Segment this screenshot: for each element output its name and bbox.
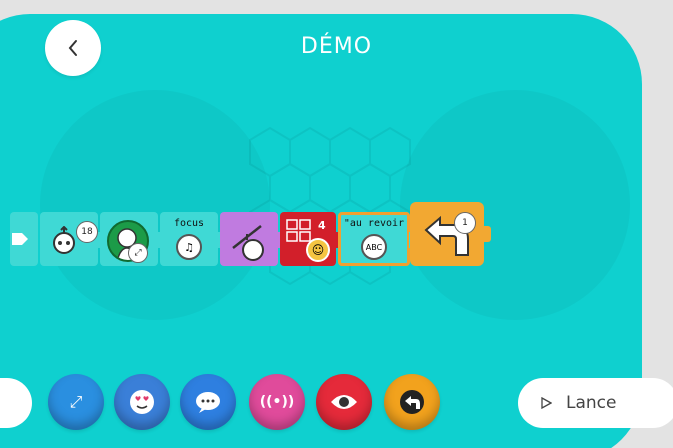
program-block-character[interactable]: ⤢ [100, 212, 165, 266]
grid-count: 4 [318, 219, 326, 232]
broadcast-icon: ((•)) [259, 394, 295, 410]
speech-bubble-icon: ABC [361, 234, 387, 260]
repeat-count-badge: 1 [454, 212, 476, 234]
paint-bucket-icon [232, 225, 264, 261]
program-block-focus[interactable]: focus ♫ [160, 212, 225, 266]
top-margin [0, 0, 673, 14]
expand-icon: ⤢ [69, 392, 83, 411]
program-block-say[interactable]: "au revoir ABC [338, 212, 417, 266]
launch-button[interactable]: Lance [518, 378, 673, 428]
page-title: DÉMO [300, 34, 373, 59]
robot-count-badge: 18 [76, 221, 98, 243]
palette-signal-button[interactable]: ((•)) [249, 374, 305, 430]
program-block-paint[interactable] [220, 212, 285, 266]
eye-icon [331, 395, 357, 409]
love-face-icon [130, 390, 154, 414]
palette-turn-button[interactable] [384, 374, 440, 430]
expand-badge-icon: ⤢ [128, 243, 148, 263]
program-block-grid[interactable]: 4 ☺ [280, 212, 343, 266]
launch-label: Lance [566, 393, 617, 413]
puzzle-icon [12, 233, 28, 245]
say-text-label: "au revoir [343, 218, 405, 229]
focus-label: focus [173, 218, 205, 229]
face-sticker-icon: ☺ [306, 238, 330, 262]
palette-chat-button[interactable] [180, 374, 236, 430]
turn-back-icon [400, 390, 424, 414]
speech-bubble-icon [196, 392, 220, 413]
program-block-robot[interactable]: 18 [40, 212, 105, 266]
program-block-repeat[interactable]: 1 [410, 202, 491, 266]
grid-icon [286, 219, 311, 242]
palette-face-button[interactable] [114, 374, 170, 430]
palette-eye-button[interactable] [316, 374, 372, 430]
palette-zoom-button[interactable]: ⤢ [48, 374, 104, 430]
app-screen: DÉMO 18 ⤢ focus ♫ 4 ☺ "au revoir ABC 1 ⤢… [0, 0, 673, 448]
music-speech-icon: ♫ [176, 234, 202, 260]
play-icon [541, 397, 552, 409]
program-block-partial[interactable] [10, 212, 38, 266]
